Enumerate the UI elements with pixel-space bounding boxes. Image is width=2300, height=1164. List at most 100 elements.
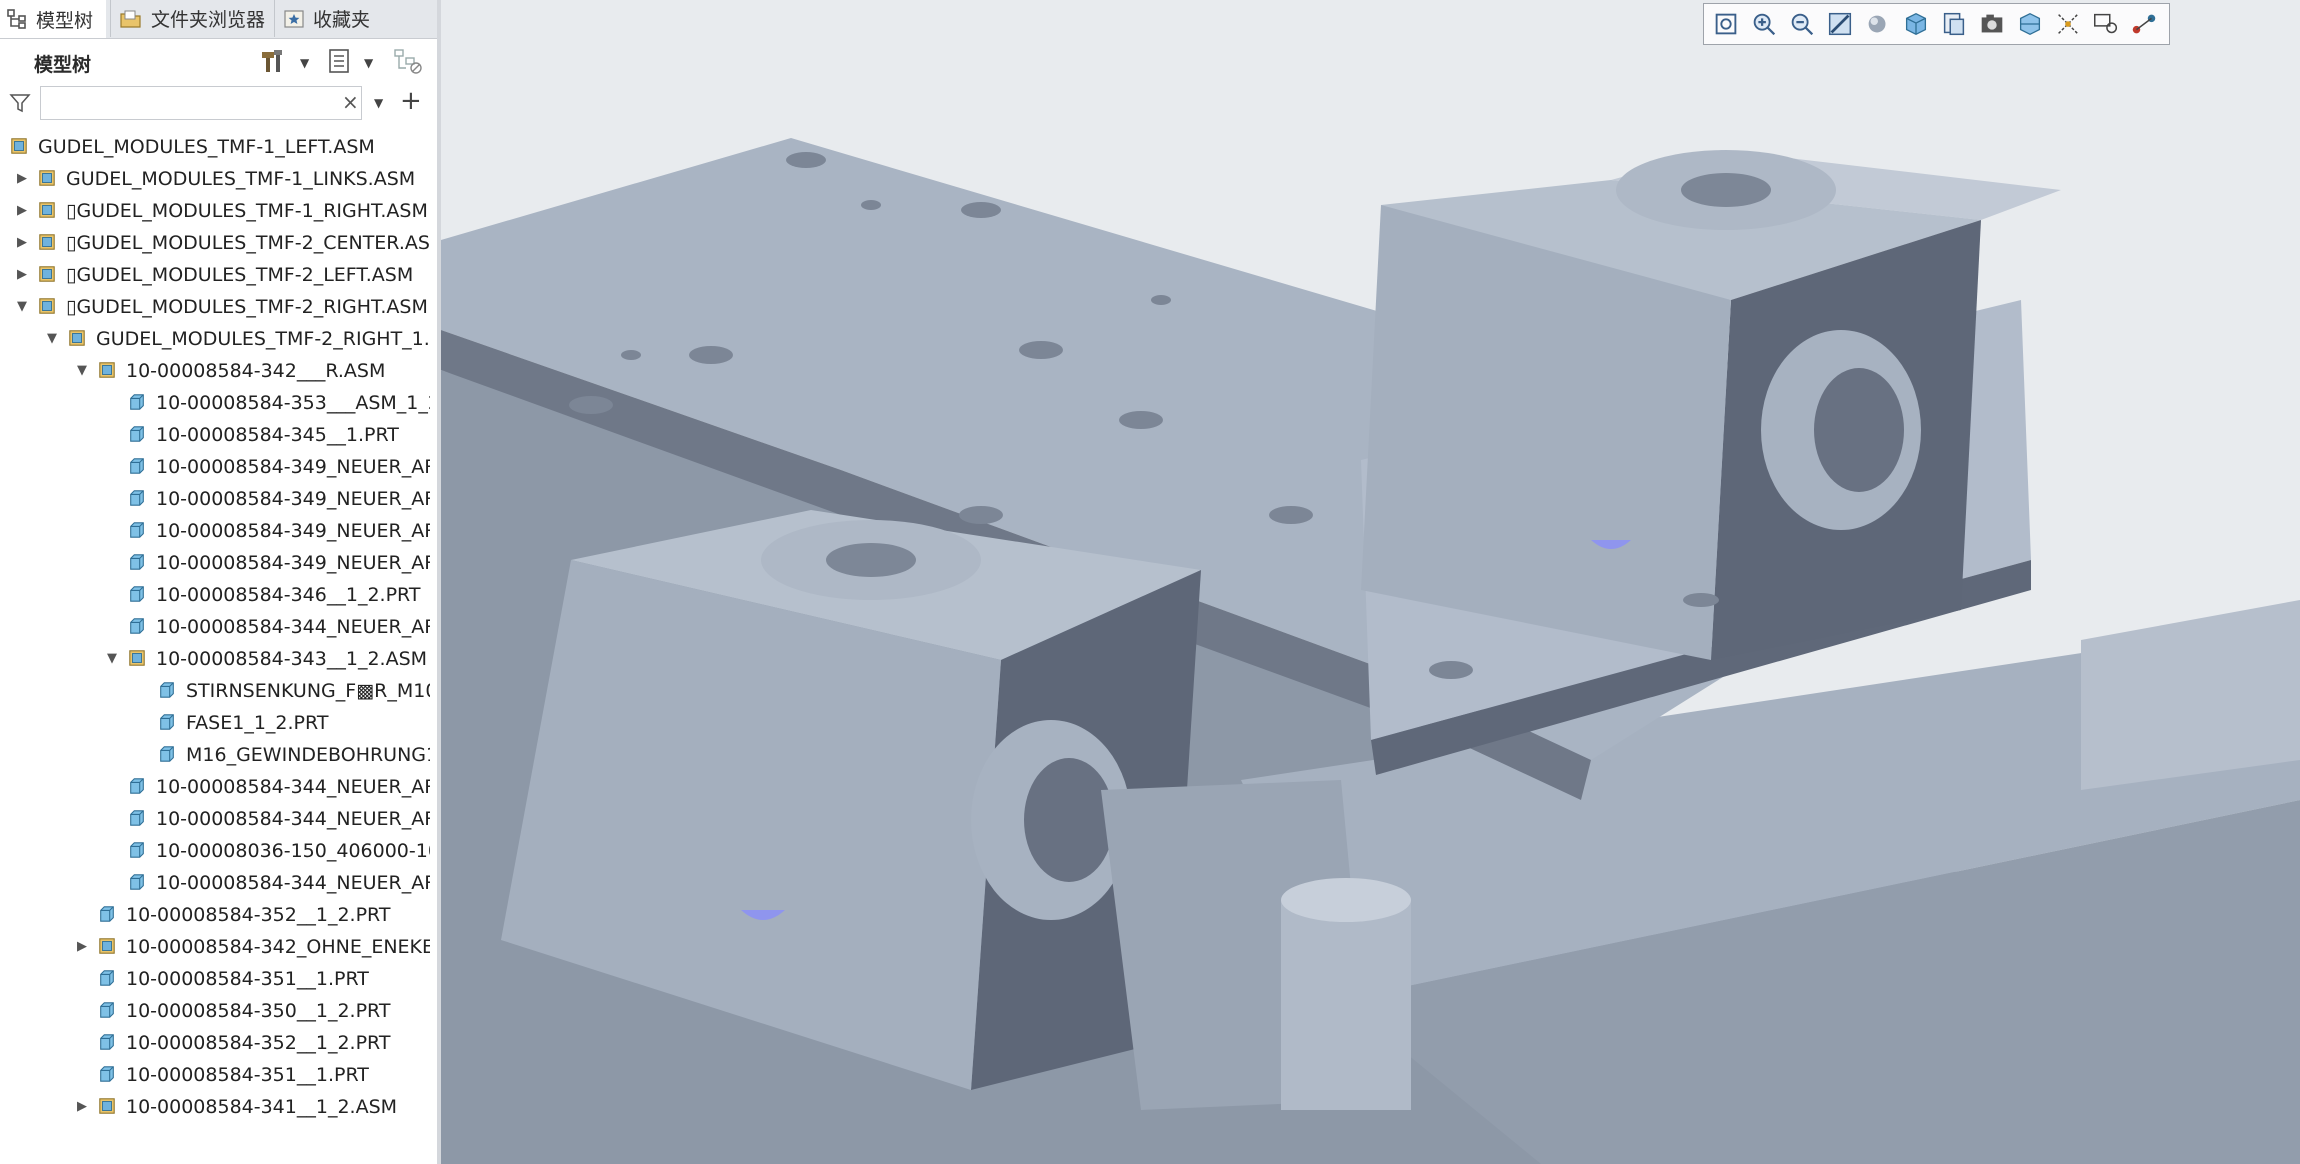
tree-row[interactable]: M16_GEWINDEBOHRUNG1_ (0, 739, 432, 771)
chevron-down-icon[interactable]: ▼ (374, 96, 383, 110)
refit-icon (1715, 13, 1737, 35)
collapse-chevron-right-icon[interactable]: ▶ (15, 268, 29, 282)
perspective-view-icon (1981, 14, 2003, 33)
tab-model-tree[interactable]: 模型树 (0, 0, 106, 38)
refit-button[interactable] (1710, 8, 1742, 40)
tree-row[interactable]: 10-00008584-351__1.PRT (0, 1059, 432, 1091)
view-manager-button[interactable] (1938, 8, 1970, 40)
graphics-viewport[interactable] (441, 0, 2300, 1164)
tree-filter-icon[interactable] (392, 46, 424, 76)
assembly-icon (39, 266, 55, 282)
tree-row[interactable]: 10-00008584-352__1_2.PRT (0, 1027, 432, 1059)
tree-item-label: 10-00008584-345__1.PRT (156, 424, 399, 446)
assembly-icon (39, 170, 55, 186)
saved-orientations-button[interactable] (1900, 8, 1932, 40)
tree-item-label: 10-00008584-352__1_2.PRT (126, 904, 391, 926)
tree-row[interactable]: ▼ ▯GUDEL_MODULES_TMF-2_RIGHT.ASM (0, 291, 432, 323)
perspective-view-button[interactable] (1976, 8, 2008, 40)
expand-chevron-down-icon[interactable]: ▼ (45, 332, 59, 346)
tree-row[interactable]: 10-00008584-351__1.PRT (0, 963, 432, 995)
expand-chevron-down-icon[interactable]: ▼ (105, 652, 119, 666)
tree-row[interactable]: 10-00008584-344_NEUER_ART (0, 611, 432, 643)
tree-row[interactable]: 10-00008584-350__1_2.PRT (0, 995, 432, 1027)
tree-item-label: ▯GUDEL_MODULES_TMF-2_CENTER.ASM (66, 232, 430, 254)
annotation-display-icon (2094, 13, 2118, 34)
datum-display-button[interactable] (2052, 8, 2084, 40)
plus-icon[interactable]: + (400, 86, 422, 116)
tree-row[interactable]: 10-00008584-353___ASM_1_2 (0, 387, 432, 419)
tree-row[interactable]: 10-00008584-345__1.PRT (0, 419, 432, 451)
assembly-icon (11, 138, 27, 154)
view-manager-icon (1943, 12, 1965, 36)
part-icon (160, 746, 174, 762)
tree-row[interactable]: ▼ GUDEL_MODULES_TMF-2_RIGHT_1.AS (0, 323, 432, 355)
search-row: × ▼ + (0, 82, 437, 126)
collapse-chevron-right-icon[interactable]: ▶ (75, 940, 89, 954)
tree-row[interactable]: FASE1_1_2.PRT (0, 707, 432, 739)
zoom-out-button[interactable] (1786, 8, 1818, 40)
tab-favorites[interactable]: 收藏夹 (274, 0, 393, 37)
tree-row[interactable]: 10-00008584-349_NEUER_ART (0, 483, 432, 515)
part-icon (100, 1002, 114, 1018)
tree-item-label: 10-00008584-344_NEUER_ART (156, 616, 430, 638)
view-toolbar (1703, 3, 2170, 45)
assembly-icon (39, 298, 55, 314)
tree-row[interactable]: ▶ ▯GUDEL_MODULES_TMF-2_LEFT.ASM (0, 259, 432, 291)
zoom-out-icon (1791, 13, 1814, 36)
tree-row[interactable]: 10-00008584-349_NEUER_ART (0, 515, 432, 547)
search-input[interactable] (40, 86, 362, 120)
tree-row[interactable]: STIRNSENKUNG_F▩R_M10_ (0, 675, 432, 707)
tree-row[interactable]: ▶ 10-00008584-341__1_2.ASM (0, 1091, 432, 1123)
tree-row[interactable]: 10-00008584-349_NEUER_ART (0, 451, 432, 483)
tab-folder-browser[interactable]: 文件夹浏览器 (110, 0, 281, 37)
part-icon (100, 1066, 114, 1082)
tree-settings-icon[interactable] (258, 46, 288, 76)
tree-row[interactable]: ▼ 10-00008584-342___R.ASM (0, 355, 432, 387)
chevron-down-icon[interactable]: ▼ (300, 56, 309, 70)
tree-row[interactable]: ▶ ▯GUDEL_MODULES_TMF-1_RIGHT.ASM (0, 195, 432, 227)
expand-chevron-down-icon[interactable]: ▼ (15, 300, 29, 314)
spin-center-button[interactable] (2128, 8, 2160, 40)
repaint-button[interactable] (1824, 8, 1856, 40)
tab-label: 文件夹浏览器 (151, 9, 266, 31)
tree-row[interactable]: GUDEL_MODULES_TMF-1_LEFT.ASM (0, 131, 432, 163)
part-icon (100, 970, 114, 986)
expand-chevron-down-icon[interactable]: ▼ (75, 364, 89, 378)
tree-item-label: 10-00008584-350__1_2.PRT (126, 1000, 391, 1022)
tree-row[interactable]: ▶ GUDEL_MODULES_TMF-1_LINKS.ASM (0, 163, 432, 195)
collapse-chevron-right-icon[interactable]: ▶ (15, 172, 29, 186)
collapse-chevron-right-icon[interactable]: ▶ (75, 1100, 89, 1114)
tree-row[interactable]: 10-00008036-150_406000-10_ (0, 835, 432, 867)
tree-item-label: 10-00008584-349_NEUER_ART (156, 520, 430, 542)
model-tree-icon (7, 9, 26, 29)
tree-row[interactable]: 10-00008584-344_NEUER_ART (0, 771, 432, 803)
tree-item-label: 10-00008584-349_NEUER_ART (156, 456, 430, 478)
chevron-down-icon[interactable]: ▼ (364, 56, 373, 70)
tree-row[interactable]: ▶ ▯GUDEL_MODULES_TMF-2_CENTER.ASM (0, 227, 432, 259)
tab-label: 收藏夹 (313, 9, 371, 31)
tree-show-icon[interactable] (326, 46, 354, 76)
tab-label: 模型树 (36, 9, 94, 32)
favorites-icon (284, 9, 304, 28)
funnel-icon[interactable] (9, 92, 31, 114)
zoom-in-button[interactable] (1748, 8, 1780, 40)
display-style-button[interactable] (1862, 8, 1894, 40)
tree-row[interactable]: 10-00008584-346__1_2.PRT (0, 579, 432, 611)
cad-model-view[interactable] (441, 0, 2300, 1164)
tree-row[interactable]: 10-00008584-349_NEUER_ART (0, 547, 432, 579)
close-icon[interactable]: × (342, 90, 359, 114)
collapse-chevron-right-icon[interactable]: ▶ (15, 236, 29, 250)
tree-row[interactable]: ▼ 10-00008584-343__1_2.ASM (0, 643, 432, 675)
tree-row[interactable]: ▶ 10-00008584-342_OHNE_ENEKET_ (0, 931, 432, 963)
part-icon (100, 1034, 114, 1050)
tree-item-label: 10-00008036-150_406000-10_ (156, 840, 430, 862)
tree-row[interactable]: 10-00008584-344_NEUER_ART (0, 803, 432, 835)
tree-row[interactable]: 10-00008584-344_NEUER_ART (0, 867, 432, 899)
zoom-in-icon (1753, 13, 1776, 36)
tree-row[interactable]: 10-00008584-352__1_2.PRT (0, 899, 432, 931)
annotation-display-button[interactable] (2090, 8, 2122, 40)
assembly-icon (69, 330, 85, 346)
collapse-chevron-right-icon[interactable]: ▶ (15, 204, 29, 218)
datum-display-icon (2058, 14, 2078, 34)
section-button[interactable] (2014, 8, 2046, 40)
